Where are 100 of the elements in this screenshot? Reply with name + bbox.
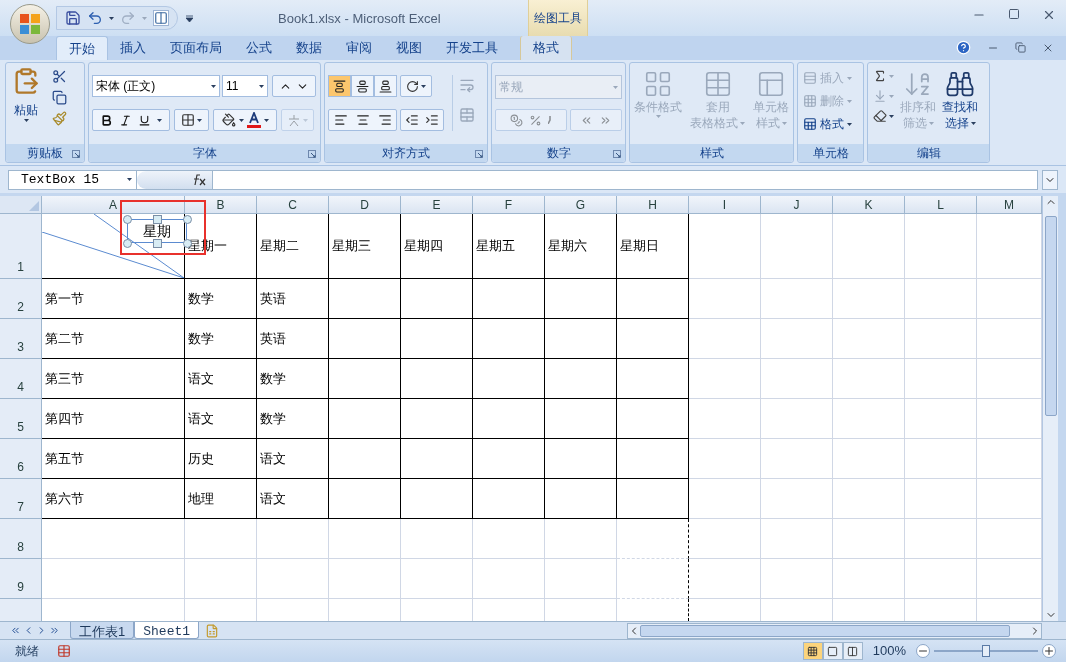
table-cell[interactable] xyxy=(545,439,617,479)
table-cell[interactable] xyxy=(473,439,545,479)
table-cell[interactable] xyxy=(329,359,401,399)
column-header[interactable]: C xyxy=(257,196,329,214)
bold-icon[interactable] xyxy=(100,113,113,127)
table-cell[interactable]: 第四节 xyxy=(42,399,185,439)
resize-handle[interactable] xyxy=(153,215,162,224)
top-align-button[interactable] xyxy=(328,75,351,97)
column-header[interactable]: D xyxy=(329,196,401,214)
column-header[interactable]: K xyxy=(833,196,905,214)
view-button[interactable] xyxy=(802,642,823,660)
ribbon-tab[interactable]: 数据 xyxy=(284,36,334,60)
dialog-launcher-icon[interactable] xyxy=(475,150,483,158)
merge-icon[interactable] xyxy=(459,107,475,123)
ribbon-tab[interactable]: 审阅 xyxy=(334,36,384,60)
column-header[interactable]: M xyxy=(977,196,1042,214)
select-all-button[interactable] xyxy=(0,196,42,214)
table-cell[interactable]: 第五节 xyxy=(42,439,185,479)
insert-function-button[interactable] xyxy=(137,170,213,189)
resize-handle[interactable] xyxy=(153,239,162,248)
vertical-scrollbar[interactable] xyxy=(1042,196,1058,621)
resize-handle[interactable] xyxy=(123,239,132,248)
table-cell[interactable] xyxy=(617,479,689,519)
help-icon[interactable] xyxy=(956,40,971,55)
align-left-icon[interactable] xyxy=(333,113,348,127)
table-cell[interactable]: 第二节 xyxy=(42,319,185,359)
insert-sheet-icon[interactable] xyxy=(205,623,220,638)
last-sheet-icon[interactable] xyxy=(49,625,60,636)
row-header[interactable]: 4 xyxy=(0,359,42,399)
table-cell[interactable]: 数学 xyxy=(185,319,257,359)
font-name-field[interactable]: 宋体 (正文) xyxy=(92,75,220,97)
table-cell[interactable]: 星期二 xyxy=(257,214,329,279)
zoom-in-icon[interactable] xyxy=(1042,644,1056,658)
dialog-launcher-icon[interactable] xyxy=(308,150,316,158)
table-cell[interactable] xyxy=(329,279,401,319)
table-cell[interactable] xyxy=(473,399,545,439)
customize-toolbar-icon[interactable] xyxy=(186,14,193,22)
scroll-thumb[interactable] xyxy=(1044,216,1057,416)
dialog-launcher-icon[interactable] xyxy=(72,150,80,158)
dialog-launcher-icon[interactable] xyxy=(613,150,621,158)
orientation-icon[interactable] xyxy=(406,79,419,93)
table-cell[interactable]: 星期六 xyxy=(545,214,617,279)
autosum-icon[interactable] xyxy=(873,69,887,83)
font-size-field[interactable]: 11 xyxy=(222,75,268,97)
table-cell[interactable] xyxy=(473,479,545,519)
table-cell[interactable]: 星期五 xyxy=(473,214,545,279)
row-header[interactable]: 7 xyxy=(0,479,42,519)
borders-icon[interactable] xyxy=(181,113,195,127)
table-cell[interactable]: 数学 xyxy=(257,399,329,439)
comma-icon[interactable] xyxy=(548,116,552,124)
ribbon-tab[interactable]: 公式 xyxy=(234,36,284,60)
align-center-icon[interactable] xyxy=(355,113,370,127)
row-header[interactable]: 9 xyxy=(0,559,42,599)
ribbon-tab[interactable]: 视图 xyxy=(384,36,434,60)
table-cell[interactable] xyxy=(401,279,473,319)
cut-icon[interactable] xyxy=(52,69,67,84)
zoom-out-icon[interactable] xyxy=(916,644,930,658)
table-cell[interactable] xyxy=(545,479,617,519)
fill-icon[interactable] xyxy=(873,89,887,103)
resize-handle[interactable] xyxy=(183,215,192,224)
sheet-tab[interactable]: Sheet1 xyxy=(134,622,200,639)
table-cell[interactable]: 语文 xyxy=(185,399,257,439)
table-cell[interactable] xyxy=(545,399,617,439)
column-header[interactable]: F xyxy=(473,196,545,214)
table-cell[interactable]: 第六节 xyxy=(42,479,185,519)
fill-color-icon[interactable] xyxy=(221,113,236,127)
maximize-icon[interactable] xyxy=(1008,8,1020,20)
table-cell[interactable]: 第一节 xyxy=(42,279,185,319)
table-cell[interactable] xyxy=(401,439,473,479)
horizontal-scrollbar[interactable] xyxy=(627,622,1042,639)
row-header[interactable]: 8 xyxy=(0,519,42,559)
first-sheet-icon[interactable] xyxy=(10,625,21,636)
row-header[interactable]: 3 xyxy=(0,319,42,359)
table-cell[interactable] xyxy=(473,279,545,319)
table-cell[interactable] xyxy=(473,359,545,399)
column-header[interactable]: E xyxy=(401,196,473,214)
column-header[interactable]: A xyxy=(42,196,185,214)
column-header[interactable]: J xyxy=(761,196,833,214)
row-header[interactable]: 5 xyxy=(0,399,42,439)
redo-icon[interactable] xyxy=(120,10,136,26)
align-right-icon[interactable] xyxy=(377,113,392,127)
table-cell[interactable] xyxy=(401,399,473,439)
cells-button[interactable]: 格式 xyxy=(803,115,863,133)
italic-icon[interactable] xyxy=(119,113,132,127)
table-cell[interactable]: 语文 xyxy=(257,479,329,519)
table-cell[interactable] xyxy=(545,359,617,399)
table-cell[interactable]: 地理 xyxy=(185,479,257,519)
close-icon[interactable] xyxy=(1042,8,1056,22)
currency-icon[interactable] xyxy=(510,113,523,127)
table-cell[interactable] xyxy=(401,479,473,519)
resize-handle[interactable] xyxy=(123,215,132,224)
increase-indent-icon[interactable] xyxy=(425,113,439,127)
ribbon-tab[interactable]: 格式 xyxy=(520,36,572,60)
expand-formula-button[interactable] xyxy=(1042,169,1058,190)
table-cell[interactable] xyxy=(617,399,689,439)
table-cell[interactable] xyxy=(473,319,545,359)
table-cell[interactable]: 语文 xyxy=(185,359,257,399)
ribbon-tab[interactable]: 页面布局 xyxy=(158,36,234,60)
table-cell[interactable]: 星期日 xyxy=(617,214,689,279)
table-cell[interactable]: 数学 xyxy=(257,359,329,399)
